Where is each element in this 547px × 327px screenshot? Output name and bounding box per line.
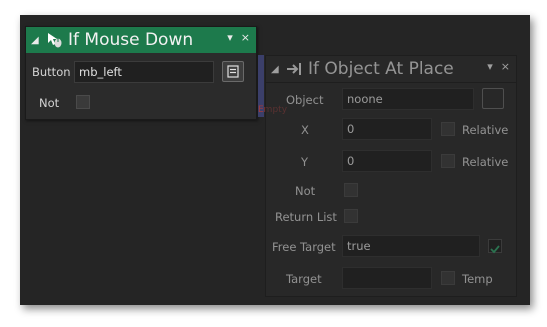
collapse-icon[interactable]: ◢ [31,35,41,46]
not-checkbox[interactable] [76,95,90,109]
list-icon [227,65,239,78]
if-object-at-place-panel[interactable]: ◢ If Object At Place ▾ × Object noone X … [265,55,517,297]
if-object-at-place-header[interactable]: ◢ If Object At Place ▾ × [266,56,516,83]
temp-label: Temp [462,272,493,286]
if-object-at-place-title: If Object At Place [308,59,454,79]
event-canvas[interactable]: ◢ If Mouse Down ▾ × Button mb_left Not E… [20,15,530,305]
free-target-label: Free Target [272,240,336,254]
button-value-field[interactable]: mb_left [74,61,214,83]
object-field[interactable]: noone [342,88,474,110]
collapse-icon[interactable]: ◢ [271,64,281,75]
not-label: Not [295,184,316,198]
if-mouse-down-title: If Mouse Down [68,30,194,50]
button-picker-button[interactable] [222,61,244,82]
x-relative-label: Relative [462,123,509,137]
x-label: X [301,123,309,137]
free-target-field[interactable]: true [342,235,480,257]
arrow-to-place-icon [287,63,301,75]
checkmark-icon [490,245,500,254]
return-list-label: Return List [275,210,337,224]
y-relative-checkbox[interactable] [441,154,455,168]
not-label: Not [39,96,60,110]
close-icon[interactable]: × [501,60,510,73]
close-icon[interactable]: × [241,31,250,44]
target-label: Target [286,272,322,286]
y-label: Y [301,155,309,169]
object-label: Object [286,93,324,107]
button-label: Button [32,65,71,79]
chevron-down-icon[interactable]: ▾ [227,31,233,44]
return-list-checkbox[interactable] [344,209,358,223]
if-mouse-down-panel[interactable]: ◢ If Mouse Down ▾ × Button mb_left Not [25,26,257,120]
if-mouse-down-header[interactable]: ◢ If Mouse Down ▾ × [26,27,256,53]
free-target-checkbox[interactable] [488,239,502,254]
chevron-down-icon[interactable]: ▾ [487,60,493,73]
not-checkbox[interactable] [344,183,358,197]
x-field[interactable]: 0 [342,118,432,140]
temp-checkbox[interactable] [441,271,455,285]
y-field[interactable]: 0 [342,150,432,172]
x-relative-checkbox[interactable] [441,122,455,136]
y-relative-label: Relative [462,155,509,169]
object-picker-button[interactable] [482,88,504,109]
mouse-pointer-icon [48,33,62,48]
target-field[interactable] [342,267,432,289]
